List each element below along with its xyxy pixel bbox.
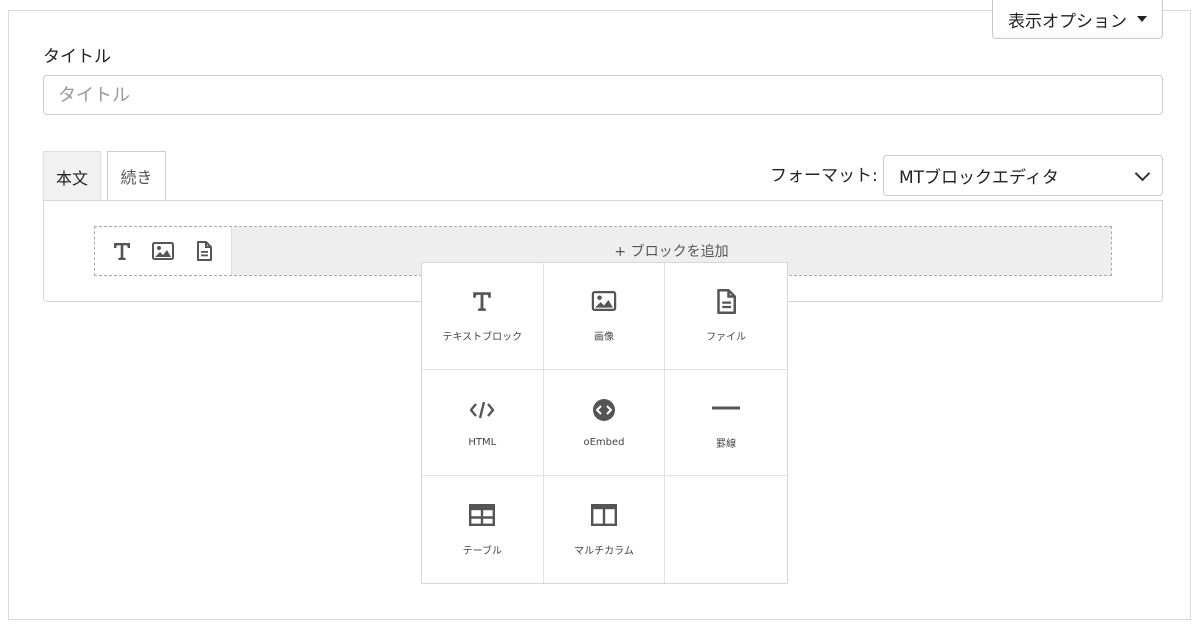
block-menu-item-label: マルチカラム [574, 546, 634, 558]
title-input[interactable] [43, 75, 1163, 115]
block-menu-item-label: ファイル [706, 332, 747, 344]
block-menu-item-horizontal-rule[interactable]: 罫線 [665, 370, 787, 477]
display-options-button[interactable]: 表示オプション [992, 0, 1163, 39]
block-menu-item-label: テーブル [462, 546, 503, 558]
image-icon[interactable] [151, 239, 175, 263]
tab-more-label: 続き [120, 168, 153, 187]
code-icon [469, 397, 495, 423]
image-icon [591, 288, 617, 314]
chevron-down-icon [1134, 165, 1151, 181]
format-label: フォーマット: [770, 166, 878, 186]
block-menu-item-text[interactable]: テキストブロック [422, 263, 544, 370]
block-menu-item-html[interactable]: HTML [422, 369, 544, 477]
block-menu-item-label: HTML [468, 436, 497, 448]
display-options-label: 表示オプション [1008, 11, 1127, 32]
block-menu-item-file[interactable]: ファイル [665, 263, 787, 370]
block-menu-item-label: テキストブロック [442, 332, 523, 344]
block-menu-item-multicolumn[interactable]: マルチカラム [544, 476, 666, 583]
text-icon [472, 288, 492, 314]
embed-icon [592, 397, 616, 423]
block-menu-item-label: 罫線 [716, 438, 737, 450]
block-menu-empty-cell [665, 476, 787, 583]
title-label: タイトル [43, 47, 111, 67]
tab-more[interactable]: 続き [107, 151, 166, 201]
add-block-label: + ブロックを追加 [614, 244, 729, 260]
block-menu-item-label: oEmbed [583, 436, 625, 448]
block-menu-item-image[interactable]: 画像 [543, 263, 666, 370]
format-selected-value: MTブロックエディタ [899, 168, 1059, 188]
file-icon [716, 288, 737, 314]
file-icon[interactable] [192, 239, 216, 263]
block-menu-item-label: 画像 [593, 332, 614, 344]
text-icon[interactable] [110, 239, 134, 263]
columns-icon [590, 502, 617, 528]
block-menu-item-oembed[interactable]: oEmbed [543, 369, 666, 477]
caret-down-icon [1137, 16, 1147, 22]
horizontal-rule-icon [712, 395, 741, 421]
table-icon [469, 502, 496, 528]
quick-icons [95, 227, 231, 275]
format-select[interactable]: MTブロックエディタ [883, 155, 1163, 196]
tab-body-label: 本文 [55, 168, 88, 188]
block-menu: テキストブロック 画像 ファイル HTML oEmbed 罫線 テーブル マルチ… [421, 262, 788, 584]
tab-body[interactable]: 本文 [43, 151, 101, 201]
block-menu-item-table[interactable]: テーブル [422, 476, 544, 583]
